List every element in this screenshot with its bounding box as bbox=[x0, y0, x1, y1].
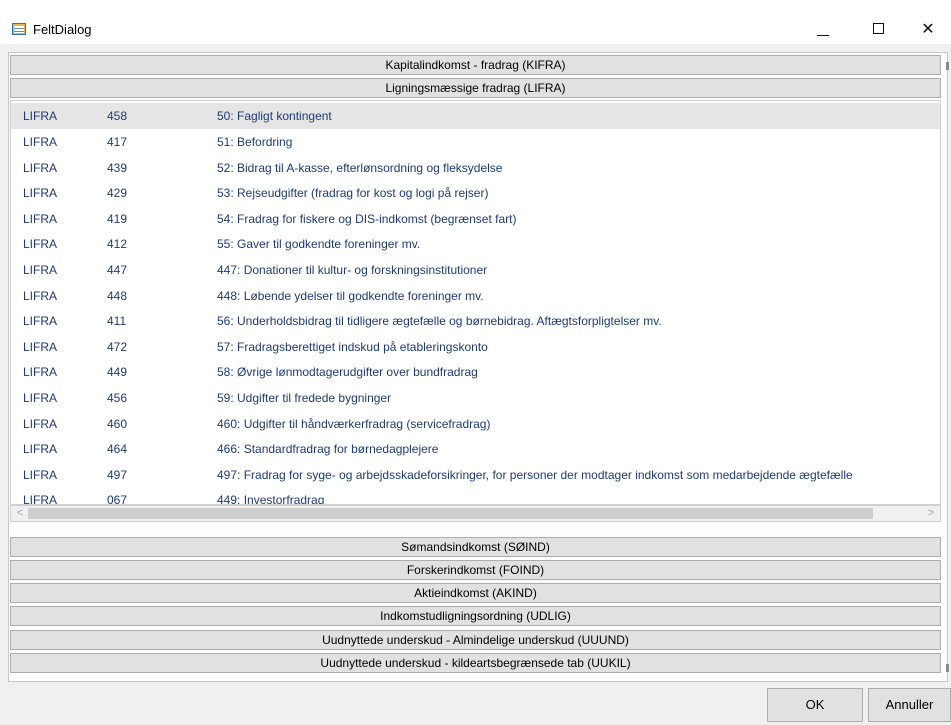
group-header-lifra[interactable]: Ligningsmæssige fradrag (LIFRA) bbox=[10, 78, 941, 98]
row-description: 53: Rejseudgifter (fradrag for kost og l… bbox=[217, 186, 489, 200]
row-description: 58: Øvrige lønmodtagerudgifter over bund… bbox=[217, 365, 478, 379]
row-number: 439 bbox=[107, 161, 128, 175]
row-description: 466: Standardfradrag for børnedagplejere bbox=[217, 442, 439, 456]
row-description: 59: Udgifter til fredede bygninger bbox=[217, 391, 392, 405]
row-number: 419 bbox=[107, 212, 128, 226]
row-number: 417 bbox=[107, 135, 128, 149]
table-icon bbox=[12, 23, 26, 35]
group-header-udlig[interactable]: Indkomstudligningsordning (UDLIG) bbox=[10, 606, 941, 626]
row-number: 067 bbox=[107, 493, 128, 505]
row-number: 458 bbox=[107, 109, 128, 123]
minimize-icon bbox=[817, 35, 829, 36]
row-code: LIFRA bbox=[23, 365, 58, 379]
list-item[interactable]: LIFRA 411 56: Underholdsbidrag til tidlige… bbox=[11, 308, 940, 334]
chevron-right-icon[interactable]: > bbox=[924, 506, 938, 521]
row-code: LIFRA bbox=[23, 212, 58, 226]
row-number: 447 bbox=[107, 263, 128, 277]
row-code: LIFRA bbox=[23, 289, 58, 303]
row-description: 497: Fradrag for syge- og arbejdsskadefo… bbox=[217, 468, 853, 482]
row-description: 54: Fradrag for fiskere og DIS-indkomst … bbox=[217, 212, 517, 226]
row-description: 55: Gaver til godkendte foreninger mv. bbox=[217, 237, 421, 251]
row-code: LIFRA bbox=[23, 340, 58, 354]
row-description: 52: Bidrag til A-kasse, efterlønsordning… bbox=[217, 161, 503, 175]
row-number: 429 bbox=[107, 186, 128, 200]
list-item[interactable]: LIFRA 472 57: Fradragsberettiget indskud p… bbox=[11, 334, 940, 360]
row-description: 449: Investorfradrag bbox=[217, 493, 325, 505]
row-number: 411 bbox=[107, 314, 127, 328]
row-code: LIFRA bbox=[23, 314, 58, 328]
row-description: 447: Donationer til kultur- og forskning… bbox=[217, 263, 488, 277]
group-header-uuund[interactable]: Uudnyttede underskud - Almindelige under… bbox=[10, 630, 941, 650]
list-item[interactable]: LIFRA 067 449: Investorfradrag bbox=[11, 487, 940, 505]
horizontal-scrollbar[interactable]: < > bbox=[10, 505, 941, 522]
maximize-button[interactable] bbox=[856, 14, 902, 44]
list-item[interactable]: LIFRA 439 52: Bidrag til A-kasse, efterløn… bbox=[11, 155, 940, 181]
list-item[interactable]: LIFRA 419 54: Fradrag for fiskere og DIS-i… bbox=[11, 206, 940, 232]
list-item[interactable]: LIFRA 497 497: Fradrag for syge- og arbejd… bbox=[11, 462, 940, 488]
title-bar: FeltDialog ✕ bbox=[0, 0, 951, 44]
row-description: 448: Løbende ydelser til godkendte foren… bbox=[217, 289, 484, 303]
list-item[interactable]: LIFRA 456 59: Udgifter til fredede bygning… bbox=[11, 385, 940, 411]
list-item[interactable]: LIFRA 460 460: Udgifter til håndværkerfrad… bbox=[11, 411, 940, 437]
close-button[interactable]: ✕ bbox=[905, 14, 951, 44]
row-code: LIFRA bbox=[23, 493, 58, 505]
group-header-akind[interactable]: Aktieindkomst (AKIND) bbox=[10, 583, 941, 603]
scroll-marker bbox=[946, 62, 949, 70]
row-code: LIFRA bbox=[23, 442, 58, 456]
group-header-kifra[interactable]: Kapitalindkomst - fradrag (KIFRA) bbox=[10, 55, 941, 75]
list-item[interactable]: LIFRA 447 447: Donationer til kultur- og f… bbox=[11, 257, 940, 283]
row-description: 56: Underholdsbidrag til tidligere ægtef… bbox=[217, 314, 662, 328]
field-list: LIFRA 458 50: Fagligt kontingent LIFRA 417 5… bbox=[10, 100, 941, 505]
row-description: 460: Udgifter til håndværkerfradrag (ser… bbox=[217, 417, 491, 431]
scroll-marker bbox=[946, 664, 949, 672]
group-header-soind[interactable]: Sømandsindkomst (SØIND) bbox=[10, 537, 941, 557]
list-item[interactable]: LIFRA 449 58: Øvrige lønmodtagerudgifter o… bbox=[11, 359, 940, 385]
scrollbar-thumb[interactable] bbox=[28, 508, 873, 519]
list-item[interactable]: LIFRA 429 53: Rejseudgifter (fradrag for k… bbox=[11, 180, 940, 206]
row-number: 449 bbox=[107, 365, 128, 379]
row-code: LIFRA bbox=[23, 417, 58, 431]
group-header-foind[interactable]: Forskerindkomst (FOIND) bbox=[10, 560, 941, 580]
row-code: LIFRA bbox=[23, 186, 58, 200]
row-code: LIFRA bbox=[23, 237, 58, 251]
row-code: LIFRA bbox=[23, 109, 58, 123]
row-code: LIFRA bbox=[23, 391, 58, 405]
minimize-button[interactable] bbox=[800, 14, 846, 44]
row-description: 50: Fagligt kontingent bbox=[217, 109, 332, 123]
list-item[interactable]: LIFRA 417 51: Befordring bbox=[11, 129, 940, 155]
ok-button[interactable]: OK bbox=[767, 688, 863, 722]
list-item[interactable]: LIFRA 458 50: Fagligt kontingent bbox=[11, 103, 940, 129]
row-description: 51: Befordring bbox=[217, 135, 293, 149]
row-number: 464 bbox=[107, 442, 128, 456]
row-number: 472 bbox=[107, 340, 128, 354]
row-code: LIFRA bbox=[23, 135, 58, 149]
cancel-button[interactable]: Annuller bbox=[868, 688, 951, 722]
row-number: 412 bbox=[107, 237, 128, 251]
chevron-left-icon[interactable]: < bbox=[13, 506, 27, 521]
list-item[interactable]: LIFRA 464 466: Standardfradrag for børneda… bbox=[11, 436, 940, 462]
window-title: FeltDialog bbox=[33, 22, 92, 37]
close-icon: ✕ bbox=[921, 19, 935, 38]
row-number: 497 bbox=[107, 468, 128, 482]
maximize-icon bbox=[873, 23, 884, 34]
list-item[interactable]: LIFRA 412 55: Gaver til godkendte forening… bbox=[11, 231, 940, 257]
row-number: 448 bbox=[107, 289, 128, 303]
row-number: 460 bbox=[107, 417, 128, 431]
row-code: LIFRA bbox=[23, 263, 58, 277]
row-description: 57: Fradragsberettiget indskud på etable… bbox=[217, 340, 488, 354]
row-code: LIFRA bbox=[23, 468, 58, 482]
row-number: 456 bbox=[107, 391, 128, 405]
row-code: LIFRA bbox=[23, 161, 58, 175]
group-header-uukil[interactable]: Uudnyttede underskud - kildeartsbegrænse… bbox=[10, 653, 941, 673]
list-item[interactable]: LIFRA 448 448: Løbende ydelser til godkend… bbox=[11, 283, 940, 309]
